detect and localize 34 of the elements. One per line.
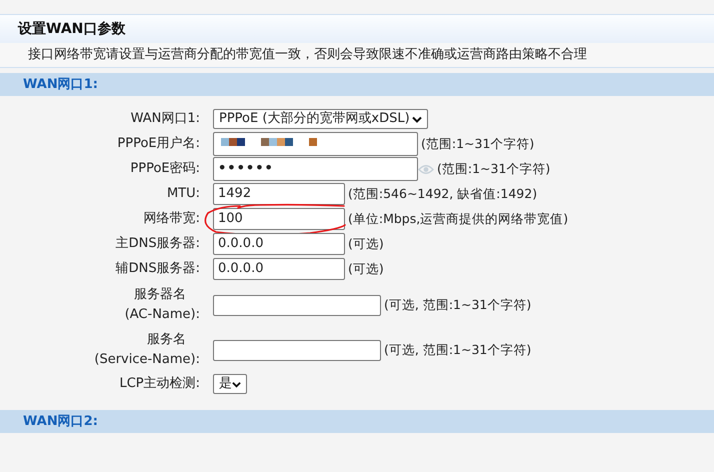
field-label: 服务名 (Service-Name): <box>93 331 200 369</box>
hint-text: (范围:1~31个字符) <box>437 160 550 178</box>
chevron-down-icon <box>232 380 241 388</box>
page-title: 设置WAN口参数 <box>18 20 126 38</box>
field-label: WAN网口1: <box>130 110 200 128</box>
dropdown[interactable]: 是 <box>213 374 247 394</box>
hint-text: (范围:1~31个字符) <box>421 134 534 153</box>
field-label: LCP主动检测: <box>118 375 200 393</box>
field-label: 网络带宽: <box>142 210 200 228</box>
field-label: 主DNS服务器: <box>114 235 200 253</box>
hint-text: (单位:Mbps,运营商提供的网络带宽值) <box>348 210 568 228</box>
input-field[interactable]: 1492 <box>213 183 345 205</box>
input-field[interactable]: 0.0.0.0 <box>213 258 345 280</box>
input-field[interactable] <box>213 294 381 316</box>
field-label: 服务器名 (AC-Name): <box>124 286 200 324</box>
field-label: MTU: <box>166 185 200 203</box>
field-label: PPPoE用户名: <box>116 135 200 153</box>
input-field[interactable]: •••••• <box>213 157 418 181</box>
input-field[interactable] <box>213 132 418 156</box>
input-field[interactable]: 0.0.0.0 <box>213 233 345 255</box>
hint-text: (可选, 范围:1~31个字符) <box>384 340 532 359</box>
notice-text: 接口网络带宽请设置与运营商分配的带宽值一致，否则会导致限速不准确或运营商路由策略不合理 <box>28 46 587 64</box>
field-label: PPPoE密码: <box>129 160 200 178</box>
hint-text: (可选, 范围:1~31个字符) <box>384 296 532 314</box>
hint-text: (可选) <box>348 260 384 278</box>
input-field[interactable]: 100 <box>213 208 345 230</box>
dropdown[interactable]: PPPoE (大部分的宽带网或xDSL) <box>213 109 428 129</box>
section-title: WAN网口1: <box>23 76 98 94</box>
chevron-down-icon <box>412 116 422 122</box>
hint-text: (范围:546~1492, 缺省值:1492) <box>348 184 538 203</box>
input-field[interactable] <box>213 340 381 360</box>
field-label: 辅DNS服务器: <box>114 260 200 278</box>
section-title: WAN网口2: <box>23 412 98 431</box>
hint-text: (可选) <box>348 234 384 253</box>
